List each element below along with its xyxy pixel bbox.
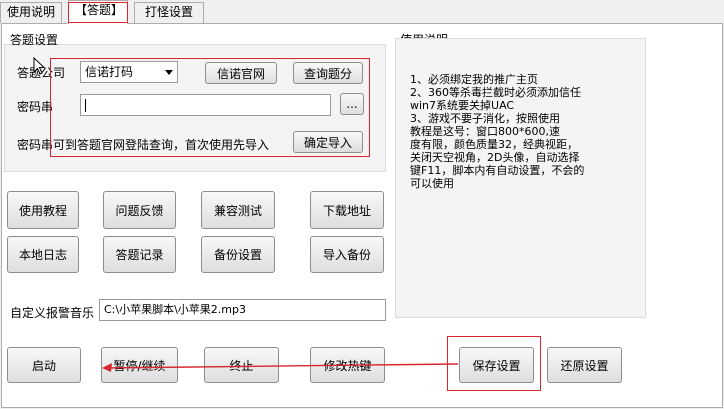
instructions-text: 1、必须绑定我的推广主页 2、360等杀毒拦截时必须添加信任 win7系统要关掉…: [410, 73, 585, 190]
official-site-button[interactable]: 信诺官网: [205, 62, 277, 84]
tab-monster-settings[interactable]: 打怪设置: [134, 2, 204, 23]
company-select-value: 信诺打码: [85, 65, 134, 79]
tab-instructions[interactable]: 使用说明: [0, 2, 62, 23]
tutorial-button[interactable]: 使用教程: [7, 191, 79, 229]
password-label: 密码串: [17, 100, 54, 114]
answer-settings-title: 答题设置: [10, 33, 59, 47]
tab-answer[interactable]: 【答题】: [68, 0, 128, 24]
answer-records-button[interactable]: 答题记录: [103, 236, 176, 273]
start-button[interactable]: 启动: [7, 347, 81, 383]
text-cursor: [85, 99, 86, 112]
feedback-button[interactable]: 问题反馈: [103, 191, 176, 229]
confirm-import-button[interactable]: 确定导入: [293, 131, 363, 153]
browse-button[interactable]: ...: [340, 93, 364, 115]
alarm-music-path-input[interactable]: C:\小苹果脚本\小苹果2.mp3: [99, 299, 386, 321]
annotation-arrow-icon: [102, 363, 459, 372]
alarm-music-label: 自定义报警音乐: [10, 306, 95, 320]
instructions-panel: 1、必须绑定我的推广主页 2、360等杀毒拦截时必须添加信任 win7系统要关掉…: [395, 38, 646, 318]
import-backup-button[interactable]: 导入备份: [310, 236, 384, 273]
company-select[interactable]: 信诺打码: [80, 61, 178, 83]
password-input[interactable]: [80, 94, 331, 116]
download-button[interactable]: 下载地址: [310, 191, 384, 229]
mouse-cursor-icon: [33, 57, 45, 75]
query-points-button[interactable]: 查询题分: [293, 62, 363, 84]
save-settings-button[interactable]: 保存设置: [459, 347, 534, 383]
chevron-down-icon: [165, 70, 173, 75]
restore-settings-button[interactable]: 还原设置: [547, 347, 622, 383]
local-log-button[interactable]: 本地日志: [7, 236, 79, 273]
compat-test-button[interactable]: 兼容测试: [201, 191, 275, 229]
password-hint: 密码串可到答题官网登陆查询，首次使用先导入: [17, 138, 270, 152]
backup-settings-button[interactable]: 备份设置: [201, 236, 275, 273]
tab-bar: 使用说明 【答题】 打怪设置: [0, 0, 724, 24]
